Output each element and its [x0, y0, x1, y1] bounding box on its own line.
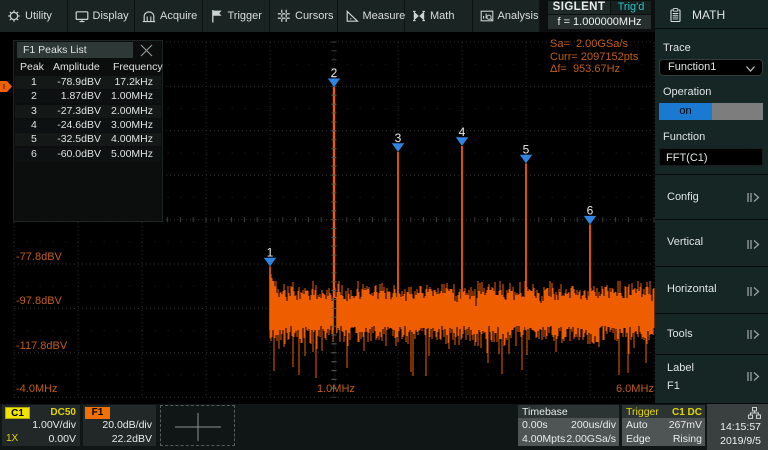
svg-text:5: 5	[523, 142, 530, 156]
svg-text:2: 2	[331, 66, 338, 80]
svg-text:6: 6	[587, 204, 594, 218]
svg-text:4: 4	[459, 125, 466, 139]
svg-text:1: 1	[267, 245, 274, 259]
svg-text:3: 3	[395, 131, 402, 145]
